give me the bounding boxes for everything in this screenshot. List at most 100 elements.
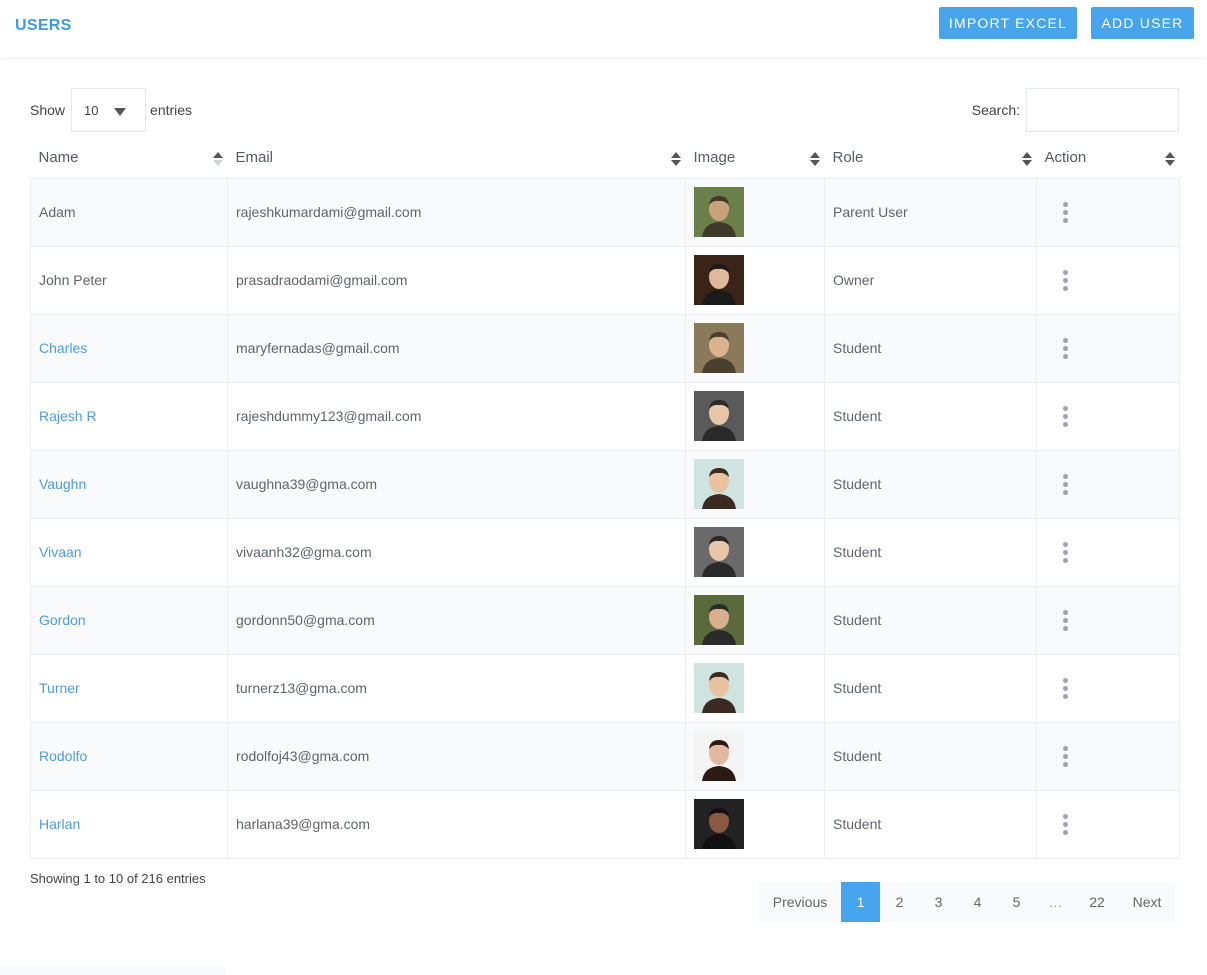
more-vertical-icon[interactable]	[1060, 677, 1070, 699]
cell-role: Student	[824, 517, 1037, 587]
more-vertical-icon[interactable]	[1060, 541, 1070, 563]
footer-strip	[0, 966, 225, 975]
column-header-image[interactable]: Image	[686, 138, 825, 178]
sort-icon	[1021, 152, 1032, 166]
cell-action	[1036, 653, 1180, 723]
pagination-page-22[interactable]: 22	[1075, 882, 1119, 922]
pagination-page-1[interactable]: 1	[841, 882, 880, 922]
more-vertical-icon[interactable]	[1060, 813, 1070, 835]
user-name[interactable]: Rajesh R	[39, 408, 97, 424]
more-vertical-icon[interactable]	[1060, 473, 1070, 495]
cell-role: Student	[824, 721, 1037, 791]
avatar	[694, 595, 744, 645]
user-name[interactable]: Charles	[39, 340, 87, 356]
user-name[interactable]: Vivaan	[39, 544, 82, 560]
column-header-role[interactable]: Role	[825, 138, 1037, 178]
search-input[interactable]	[1026, 88, 1179, 132]
user-role: Student	[833, 476, 882, 492]
user-email: gordonn50@gma.com	[236, 612, 375, 628]
user-role: Parent User	[833, 204, 908, 220]
cell-name: Vivaan	[30, 517, 228, 587]
entries-label: entries	[150, 102, 193, 118]
table-row: John Peter prasadraodami@gmail.com Owner	[30, 245, 1180, 315]
chevron-down-icon	[114, 108, 127, 116]
pagination-page-2[interactable]: 2	[880, 882, 919, 922]
import-excel-button[interactable]: IMPORT EXCEL	[939, 7, 1077, 39]
cell-image	[685, 721, 825, 791]
table-row: Vaughn vaughna39@gma.com Student	[30, 449, 1180, 519]
cell-name: Vaughn	[30, 449, 228, 519]
user-name[interactable]: Turner	[39, 680, 80, 696]
cell-role: Student	[824, 381, 1037, 451]
entries-length-control: Show 10 entries	[30, 88, 192, 132]
pagination-next[interactable]: Next	[1119, 882, 1175, 922]
pagination-page-3[interactable]: 3	[919, 882, 958, 922]
user-role: Student	[833, 816, 882, 832]
cell-role: Student	[824, 585, 1037, 655]
cell-role: Student	[824, 653, 1037, 723]
cell-role: Student	[824, 313, 1037, 383]
cell-name: Gordon	[30, 585, 228, 655]
user-role: Student	[833, 544, 882, 560]
cell-role: Student	[824, 449, 1037, 519]
table-row: Gordon gordonn50@gma.com Student	[30, 585, 1180, 655]
table-row: Harlan harlana39@gma.com Student	[30, 789, 1180, 859]
user-email: rajeshdummy123@gmail.com	[236, 408, 422, 424]
cell-image	[685, 517, 825, 587]
cell-email: prasadraodami@gmail.com	[227, 245, 686, 315]
user-role: Student	[833, 340, 882, 356]
users-table: Name Email Image Role Action Adam rajeshk…	[30, 138, 1180, 859]
user-name[interactable]: Gordon	[39, 612, 86, 628]
cell-action	[1036, 245, 1180, 315]
user-name[interactable]: Rodolfo	[39, 748, 87, 764]
table-row: Rodolfo rodolfoj43@gma.com Student	[30, 721, 1180, 791]
entries-length-select[interactable]: 10	[71, 88, 147, 132]
more-vertical-icon[interactable]	[1060, 201, 1070, 223]
column-header-email[interactable]: Email	[228, 138, 686, 178]
table-row: Rajesh R rajeshdummy123@gmail.com Student	[30, 381, 1180, 451]
user-email: vivaanh32@gma.com	[236, 544, 372, 560]
add-user-button[interactable]: ADD USER	[1091, 7, 1194, 39]
more-vertical-icon[interactable]	[1060, 269, 1070, 291]
table-search: Search:	[972, 88, 1179, 132]
page-header: USERS IMPORT EXCEL ADD USER	[0, 0, 1207, 57]
table-row: Vivaan vivaanh32@gma.com Student	[30, 517, 1180, 587]
cell-role: Student	[824, 789, 1037, 859]
avatar	[694, 663, 744, 713]
avatar	[694, 391, 744, 441]
users-table-body: Adam rajeshkumardami@gmail.com Parent User…	[30, 177, 1180, 859]
cell-action	[1036, 177, 1180, 247]
pagination-page-5[interactable]: 5	[997, 882, 1036, 922]
cell-role: Parent User	[824, 177, 1037, 247]
cell-image	[685, 245, 825, 315]
more-vertical-icon[interactable]	[1060, 609, 1070, 631]
cell-image	[685, 653, 825, 723]
user-name[interactable]: Harlan	[39, 816, 80, 832]
cell-action	[1036, 517, 1180, 587]
cell-action	[1036, 789, 1180, 859]
user-email: vaughna39@gma.com	[236, 476, 378, 492]
cell-action	[1036, 721, 1180, 791]
pagination-previous[interactable]: Previous	[759, 882, 841, 922]
sort-icon	[1164, 152, 1175, 166]
cell-name: Harlan	[30, 789, 228, 859]
page-title: USERS	[15, 17, 72, 34]
pagination-page-4[interactable]: 4	[958, 882, 997, 922]
pagination-ellipsis: …	[1048, 894, 1063, 910]
column-header-action[interactable]: Action	[1037, 138, 1180, 178]
avatar	[694, 459, 744, 509]
cell-email: vivaanh32@gma.com	[227, 517, 686, 587]
more-vertical-icon[interactable]	[1060, 337, 1070, 359]
user-name: John Peter	[39, 272, 107, 288]
more-vertical-icon[interactable]	[1060, 745, 1070, 767]
cell-name: Rajesh R	[30, 381, 228, 451]
sort-icon	[670, 152, 681, 166]
user-email: turnerz13@gma.com	[236, 680, 367, 696]
column-header-name[interactable]: Name	[31, 138, 228, 178]
user-name[interactable]: Vaughn	[39, 476, 86, 492]
avatar	[694, 731, 744, 781]
more-vertical-icon[interactable]	[1060, 405, 1070, 427]
show-label: Show	[30, 102, 66, 118]
user-email: harlana39@gma.com	[236, 816, 371, 832]
user-role: Owner	[833, 272, 875, 288]
